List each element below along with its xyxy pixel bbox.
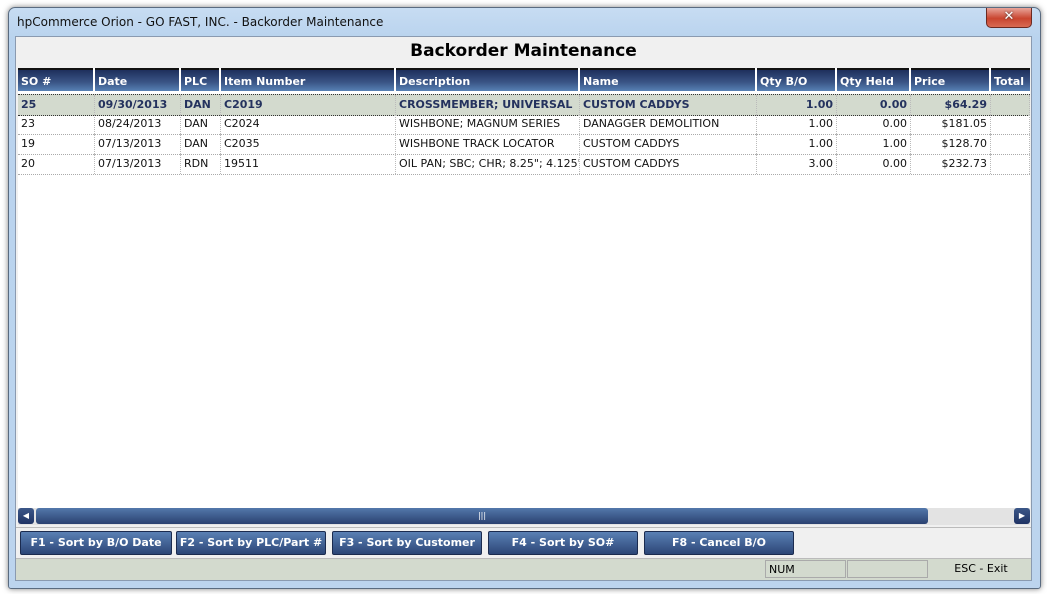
- cell-qty-bo[interactable]: 1.00: [757, 114, 837, 134]
- sort-by-customer-button[interactable]: F3 - Sort by Customer: [332, 531, 482, 555]
- client-area: Backorder Maintenance SO # Date PLC Item…: [15, 36, 1032, 581]
- cell-qty-bo[interactable]: 1.00: [757, 95, 837, 115]
- status-num: NUM: [765, 560, 846, 578]
- status-exit: ESC - Exit: [954, 562, 1008, 575]
- cell-plc[interactable]: RDN: [181, 154, 221, 174]
- app-window: hpCommerce Orion - GO FAST, INC. - Backo…: [8, 7, 1041, 589]
- cell-qty-bo[interactable]: 1.00: [757, 134, 837, 154]
- cell-qty-bo[interactable]: 3.00: [757, 154, 837, 174]
- table-row[interactable]: 25 09/30/2013 DAN C2019 CROSSMEMBER; UNIVERS…: [18, 94, 1030, 116]
- column-header-price[interactable]: Price: [911, 68, 989, 91]
- scroll-left-icon[interactable]: ◀: [18, 508, 34, 524]
- close-button[interactable]: ✕: [986, 8, 1032, 28]
- cell-price[interactable]: $181.05: [911, 114, 991, 134]
- cell-plc[interactable]: DAN: [181, 95, 221, 115]
- column-header-qty-held[interactable]: Qty Held: [837, 68, 909, 91]
- cell-plc[interactable]: DAN: [181, 114, 221, 134]
- table-row[interactable]: 20 07/13/2013 RDN 19511 OIL PAN; SBC; CHR; 8…: [18, 154, 1030, 175]
- cell-total[interactable]: [991, 154, 1030, 174]
- cell-item[interactable]: C2035: [221, 134, 396, 154]
- sort-by-so-button[interactable]: F4 - Sort by SO#: [488, 531, 638, 555]
- cell-qty-held[interactable]: 1.00: [837, 134, 911, 154]
- cell-total[interactable]: [991, 114, 1030, 134]
- column-header-description[interactable]: Description: [396, 68, 578, 91]
- cell-name[interactable]: CUSTOM CADDYS: [580, 154, 757, 174]
- horizontal-scrollbar[interactable]: ◀ ||| ▶: [18, 508, 1030, 525]
- cell-desc[interactable]: OIL PAN; SBC; CHR; 8.25"; 4.125"...: [396, 154, 580, 174]
- page-title: Backorder Maintenance: [410, 41, 637, 61]
- close-icon: ✕: [1003, 9, 1015, 24]
- cell-total[interactable]: [991, 134, 1030, 154]
- cell-desc[interactable]: CROSSMEMBER; UNIVERSAL: [396, 95, 580, 115]
- cell-qty-held[interactable]: 0.00: [837, 154, 911, 174]
- cell-item[interactable]: 19511: [221, 154, 396, 174]
- cell-name[interactable]: CUSTOM CADDYS: [580, 95, 757, 115]
- column-header-name[interactable]: Name: [580, 68, 755, 91]
- cell-date[interactable]: 09/30/2013: [95, 95, 181, 115]
- column-header-plc[interactable]: PLC: [181, 68, 219, 91]
- column-header-date[interactable]: Date: [95, 68, 179, 91]
- cell-name[interactable]: CUSTOM CADDYS: [580, 134, 757, 154]
- cell-so[interactable]: 23: [18, 114, 95, 134]
- sort-by-plc-part-button[interactable]: F2 - Sort by PLC/Part #: [176, 531, 326, 555]
- window-title: hpCommerce Orion - GO FAST, INC. - Backo…: [17, 15, 384, 29]
- cell-qty-held[interactable]: 0.00: [837, 114, 911, 134]
- cell-name[interactable]: DANAGGER DEMOLITION: [580, 114, 757, 134]
- table-row[interactable]: 23 08/24/2013 DAN C2024 WISHBONE; MAGNUM SER…: [18, 114, 1030, 135]
- cell-qty-held[interactable]: 0.00: [837, 95, 911, 115]
- cell-so[interactable]: 19: [18, 134, 95, 154]
- column-header-total[interactable]: Total: [991, 68, 1030, 91]
- cell-price[interactable]: $232.73: [911, 154, 991, 174]
- status-blank: [847, 560, 928, 578]
- cell-date[interactable]: 08/24/2013: [95, 114, 181, 134]
- function-key-bar: F1 - Sort by B/O Date F2 - Sort by PLC/P…: [16, 527, 1031, 559]
- cell-date[interactable]: 07/13/2013: [95, 134, 181, 154]
- cell-price[interactable]: $128.70: [911, 134, 991, 154]
- backorder-grid: SO # Date PLC Item Number Description Na…: [18, 68, 1030, 508]
- cell-date[interactable]: 07/13/2013: [95, 154, 181, 174]
- cell-so[interactable]: 20: [18, 154, 95, 174]
- cell-desc[interactable]: WISHBONE TRACK LOCATOR: [396, 134, 580, 154]
- cell-price[interactable]: $64.29: [911, 95, 991, 115]
- column-header-qty-bo[interactable]: Qty B/O: [757, 68, 835, 91]
- scroll-right-icon[interactable]: ▶: [1014, 508, 1030, 524]
- cell-so[interactable]: 25: [18, 95, 95, 115]
- cancel-bo-button[interactable]: F8 - Cancel B/O: [644, 531, 794, 555]
- cell-item[interactable]: C2019: [221, 95, 396, 115]
- table-row[interactable]: 19 07/13/2013 DAN C2035 WISHBONE TRACK LOCAT…: [18, 134, 1030, 155]
- cell-desc[interactable]: WISHBONE; MAGNUM SERIES: [396, 114, 580, 134]
- cell-item[interactable]: C2024: [221, 114, 396, 134]
- scroll-thumb[interactable]: |||: [36, 508, 928, 524]
- cell-plc[interactable]: DAN: [181, 134, 221, 154]
- status-bar: NUM ESC - Exit: [16, 559, 1031, 580]
- column-header-so[interactable]: SO #: [18, 68, 93, 91]
- cell-total[interactable]: [991, 95, 1030, 115]
- sort-by-bo-date-button[interactable]: F1 - Sort by B/O Date: [20, 531, 172, 555]
- column-header-item[interactable]: Item Number: [221, 68, 394, 91]
